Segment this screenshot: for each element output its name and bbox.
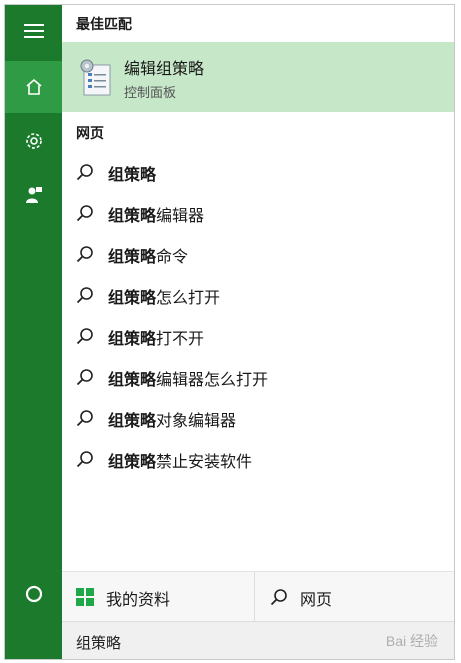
suggestion-query-bold: 组策略 [108,206,157,225]
suggestion-query-bold: 组策略 [108,329,157,348]
suggestion-query-bold: 组策略 [108,288,157,307]
web-tab-label: 网页 [300,590,333,609]
web-suggestion-item[interactable]: 组策略打不开 [62,315,454,355]
windows-logo-icon [76,588,94,606]
hamburger-menu-button[interactable] [5,5,62,57]
results-panel: 最佳匹配 编辑组策略 控制面板 网页 组策略 组策略编辑器 组策略命令 组策略怎么打开… [62,5,454,659]
left-rail [5,5,62,659]
suggestion-text: 组策略禁止安装软件 [108,448,252,472]
watermark: Bai 经验 [385,633,438,649]
suggestion-completion: 怎么打开 [156,288,221,307]
suggestion-completion: 打不开 [156,329,205,348]
cortana-button[interactable] [5,568,62,620]
search-icon [76,451,93,468]
web-suggestion-item[interactable]: 组策略 [62,151,454,191]
suggestion-text: 组策略命令 [108,243,188,267]
suggestion-query-bold: 组策略 [108,165,157,184]
cortana-search-panel: 最佳匹配 编辑组策略 控制面板 网页 组策略 组策略编辑器 组策略命令 组策略怎么打开… [4,4,455,660]
search-icon [76,287,93,304]
suggestion-text: 组策略打不开 [108,325,204,349]
suggestion-text: 组策略编辑器 [108,202,204,226]
menu-icon [23,24,44,38]
web-suggestion-item[interactable]: 组策略对象编辑器 [62,397,454,437]
web-suggestion-item[interactable]: 组策略怎么打开 [62,274,454,314]
search-icon [76,246,93,263]
suggestion-text: 组策略对象编辑器 [108,407,236,431]
suggestion-completion: 编辑器 [156,206,205,225]
web-tab[interactable]: 网页 [256,572,454,622]
suggestion-text: 组策略 [108,161,156,185]
my-stuff-tab[interactable]: 我的资料 [62,572,255,622]
web-suggestion-item[interactable]: 组策略命令 [62,233,454,273]
search-icon [76,328,93,345]
my-stuff-label: 我的资料 [106,590,171,609]
web-suggestion-item[interactable]: 组策略编辑器 [62,192,454,232]
search-icon [76,410,93,427]
suggestion-completion: 禁止安装软件 [156,452,253,471]
settings-button[interactable] [5,115,62,167]
search-icon [76,164,93,181]
suggestion-query-bold: 组策略 [108,370,157,389]
best-match-item[interactable]: 编辑组策略 控制面板 [62,42,454,112]
best-match-title: 编辑组策略 [124,59,205,78]
feedback-button[interactable] [5,169,62,221]
suggestion-text: 组策略怎么打开 [108,284,220,308]
cortana-icon [25,585,42,603]
web-header: 网页 [76,126,104,142]
search-icon [76,369,93,386]
search-icon [76,205,93,222]
settings-icon [25,133,42,149]
suggestion-completion: 编辑器怎么打开 [156,370,269,389]
suggestion-query-bold: 组策略 [108,411,157,430]
search-input-value: 组策略 [76,634,122,652]
bottom-tabs: 我的资料 网页 [62,571,454,622]
web-suggestion-item[interactable]: 组策略编辑器怎么打开 [62,356,454,396]
suggestion-query-bold: 组策略 [108,247,157,266]
suggestion-text: 组策略编辑器怎么打开 [108,366,268,390]
suggestion-completion: 命令 [156,247,189,266]
home-icon [25,78,42,95]
best-match-subtitle: 控制面板 [124,86,177,101]
best-match-header: 最佳匹配 [76,17,132,33]
home-button[interactable] [5,61,62,113]
group-policy-editor-icon [80,59,111,96]
suggestion-completion: 对象编辑器 [156,411,237,430]
web-suggestion-item[interactable]: 组策略禁止安装软件 [62,438,454,478]
suggestion-query-bold: 组策略 [108,452,157,471]
search-icon [270,589,287,606]
feedback-icon [25,187,42,203]
